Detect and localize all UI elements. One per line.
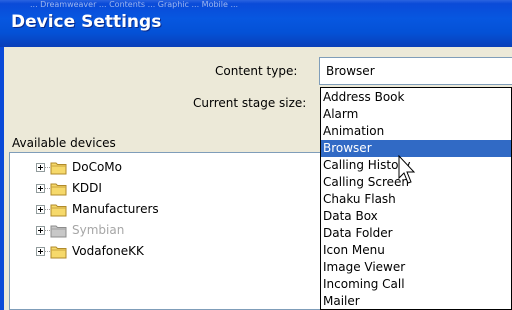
option-image-viewer[interactable]: Image Viewer <box>321 259 511 276</box>
option-mailer[interactable]: Mailer <box>321 293 511 309</box>
tree-item-label: KDDI <box>72 181 102 195</box>
content-type-label: Content type: <box>215 64 298 78</box>
folder-icon <box>50 162 67 175</box>
window-title: Device Settings <box>11 12 162 32</box>
option-chaku-flash[interactable]: Chaku Flash <box>321 191 511 208</box>
content-type-select[interactable]: Browser <box>319 57 512 85</box>
option-address-book[interactable]: Address Book <box>321 89 511 106</box>
tree-item-label: Manufacturers <box>72 202 159 216</box>
option-data-box[interactable]: Data Box <box>321 208 511 225</box>
folder-icon <box>50 204 67 217</box>
option-animation[interactable]: Animation <box>321 123 511 140</box>
available-devices-label: Available devices <box>12 136 116 150</box>
title-bar-ghost-text: ... Dreamweaver ... Contents ... Graphic… <box>30 0 239 9</box>
folder-icon <box>50 183 67 196</box>
option-data-folder[interactable]: Data Folder <box>321 225 511 242</box>
option-icon-menu[interactable]: Icon Menu <box>321 242 511 259</box>
folder-disabled-icon <box>50 225 67 238</box>
devices-tree[interactable]: DoCoMo KDDI Manufacturers Symbian Vodafo… <box>9 152 339 310</box>
folder-icon <box>50 246 67 259</box>
tree-item-label: DoCoMo <box>72 160 122 174</box>
option-alarm[interactable]: Alarm <box>321 106 511 123</box>
stage-size-label: Current stage size: <box>193 96 307 110</box>
content-type-dropdown-list[interactable]: Address Book Alarm Animation Browser Cal… <box>320 87 512 310</box>
option-incoming-call[interactable]: Incoming Call <box>321 276 511 293</box>
content-type-value: Browser <box>326 64 375 78</box>
title-bar[interactable]: ... Dreamweaver ... Contents ... Graphic… <box>0 0 512 47</box>
mouse-cursor-icon <box>398 155 416 184</box>
tree-item-label: Symbian <box>72 223 125 237</box>
tree-item-label: VodafoneKK <box>72 244 144 258</box>
